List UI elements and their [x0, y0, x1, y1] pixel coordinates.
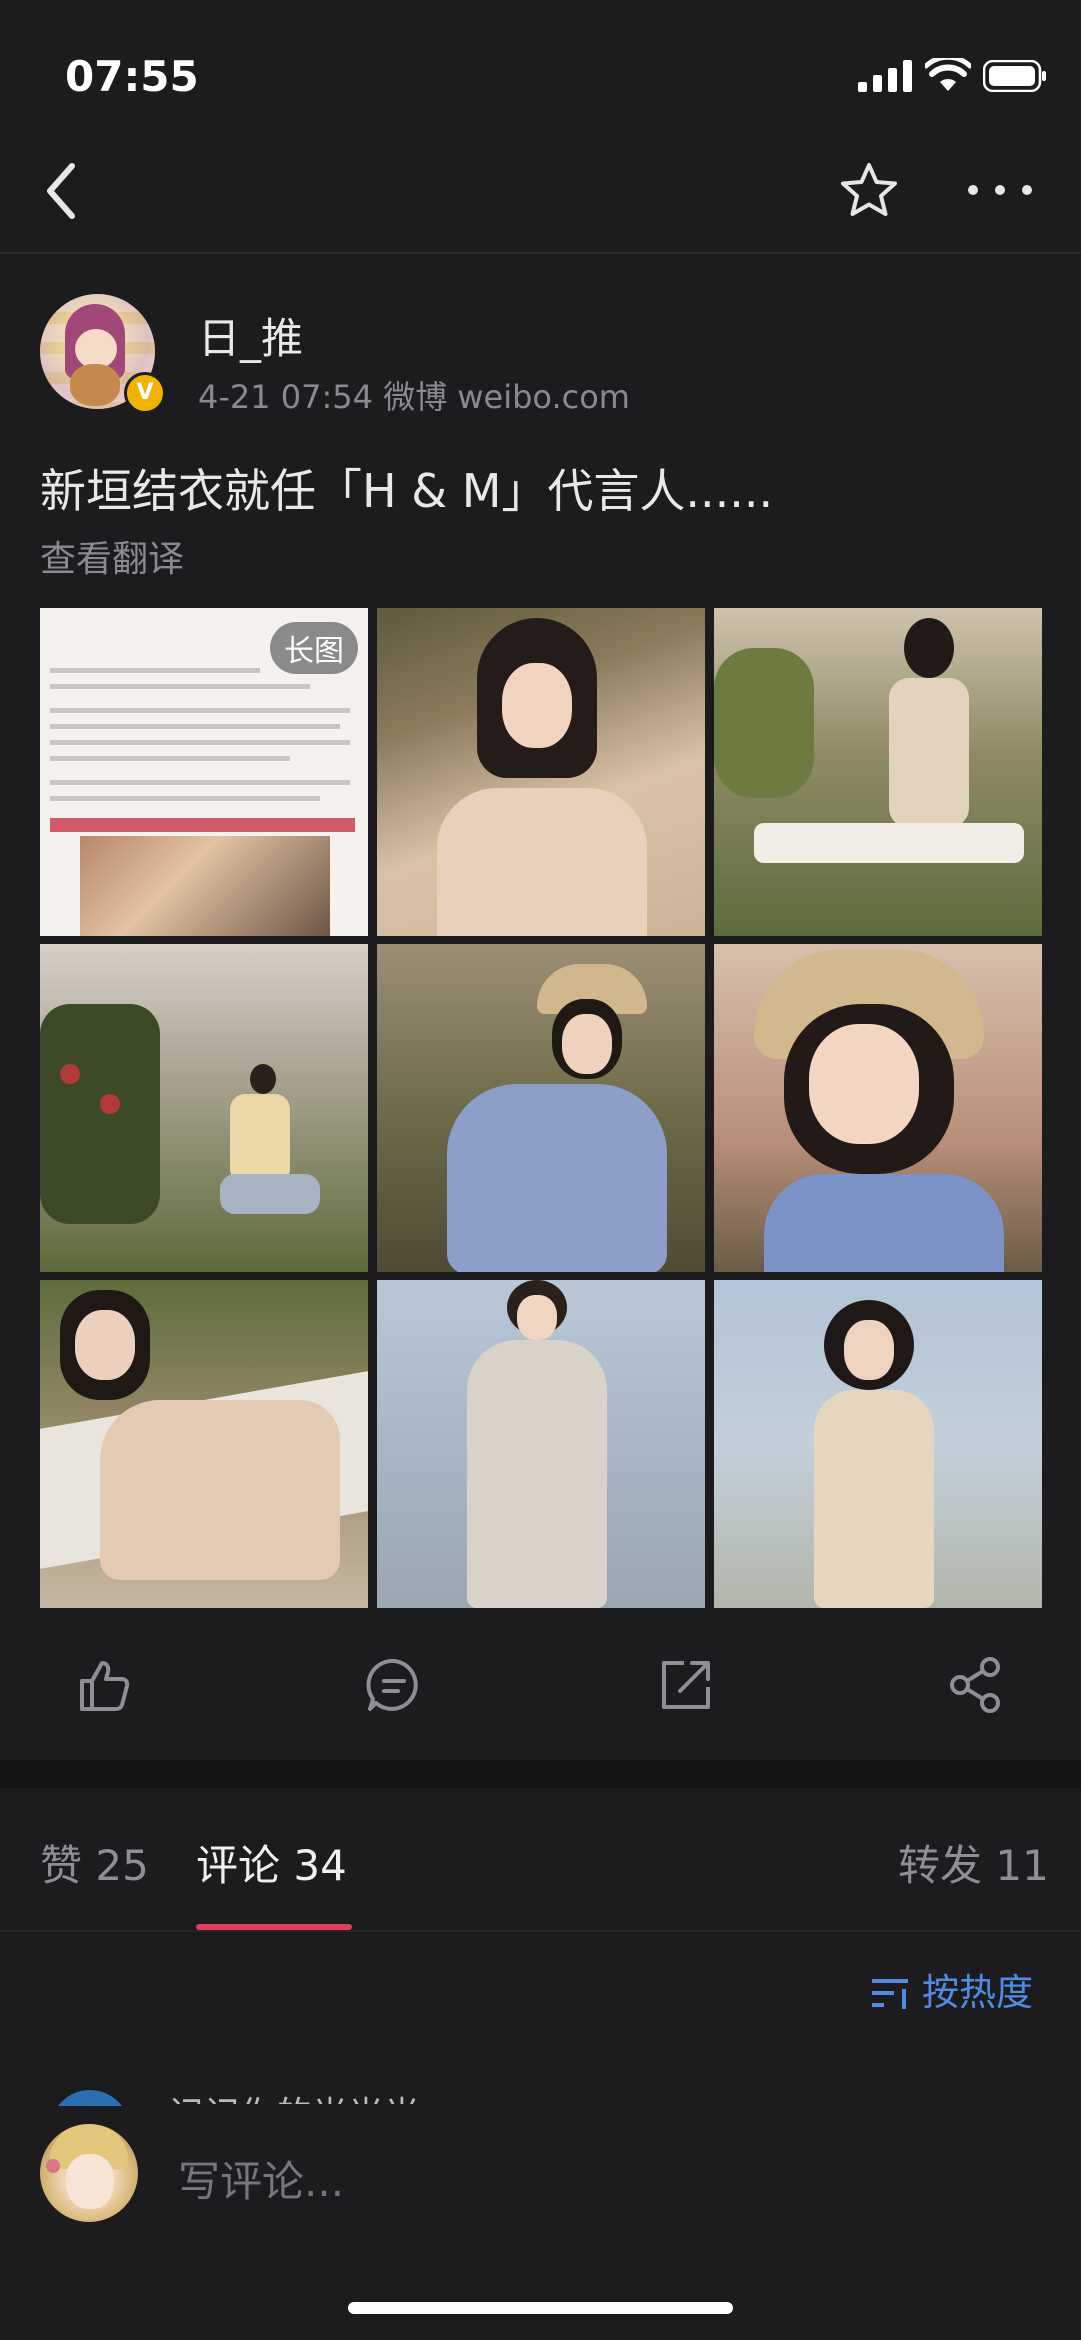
post-image-2[interactable]: [377, 608, 705, 936]
post-image-3[interactable]: [714, 608, 1042, 936]
post-meta: 4-21 07:54 微博 weibo.com: [198, 378, 630, 416]
comment-author-name[interactable]: 记记你的光光光: [168, 2086, 420, 2104]
comment-input[interactable]: 写评论...: [178, 2148, 344, 2209]
post-image-6[interactable]: [714, 944, 1042, 1272]
tabs-divider: [0, 1930, 1081, 1932]
repost-icon[interactable]: [656, 1655, 716, 1715]
tab-likes[interactable]: 赞 25: [40, 1832, 149, 1893]
sort-icon: [872, 1979, 908, 2009]
news-headline-blur: [50, 616, 280, 656]
tab-reposts[interactable]: 转发 11: [898, 1832, 1049, 1893]
share-icon[interactable]: [946, 1655, 1006, 1715]
translate-link[interactable]: 查看翻译: [40, 530, 184, 582]
home-indicator: [348, 2302, 733, 2314]
post-image-4[interactable]: [40, 944, 368, 1272]
battery-icon: [983, 60, 1046, 92]
post-image-7[interactable]: [40, 1280, 368, 1608]
post-image-5[interactable]: [377, 944, 705, 1272]
status-time: 07:55: [65, 52, 199, 101]
sort-label: 按热度: [922, 1971, 1033, 2014]
wifi-icon: [925, 58, 971, 91]
post-image-8[interactable]: [377, 1280, 705, 1608]
like-icon[interactable]: [74, 1655, 134, 1715]
star-icon[interactable]: [838, 160, 900, 222]
nav-divider: [0, 252, 1081, 254]
post-text: 新垣结衣就任「H & M」代言人......: [40, 464, 774, 518]
comment-icon[interactable]: [364, 1655, 424, 1715]
verified-badge-icon: V: [124, 372, 166, 414]
post-image-1[interactable]: 长图: [40, 608, 368, 936]
back-icon[interactable]: [40, 160, 84, 222]
author-name[interactable]: 日_推: [198, 305, 303, 366]
long-image-badge: 长图: [270, 622, 358, 674]
signal-icon: [858, 60, 912, 92]
tab-comments[interactable]: 评论 34: [196, 1832, 347, 1893]
section-separator: [0, 1760, 1081, 1788]
sort-button[interactable]: 按热度: [870, 1962, 1033, 2016]
post-image-9[interactable]: [714, 1280, 1042, 1608]
current-user-avatar: [40, 2124, 138, 2222]
more-icon[interactable]: [965, 172, 1035, 208]
